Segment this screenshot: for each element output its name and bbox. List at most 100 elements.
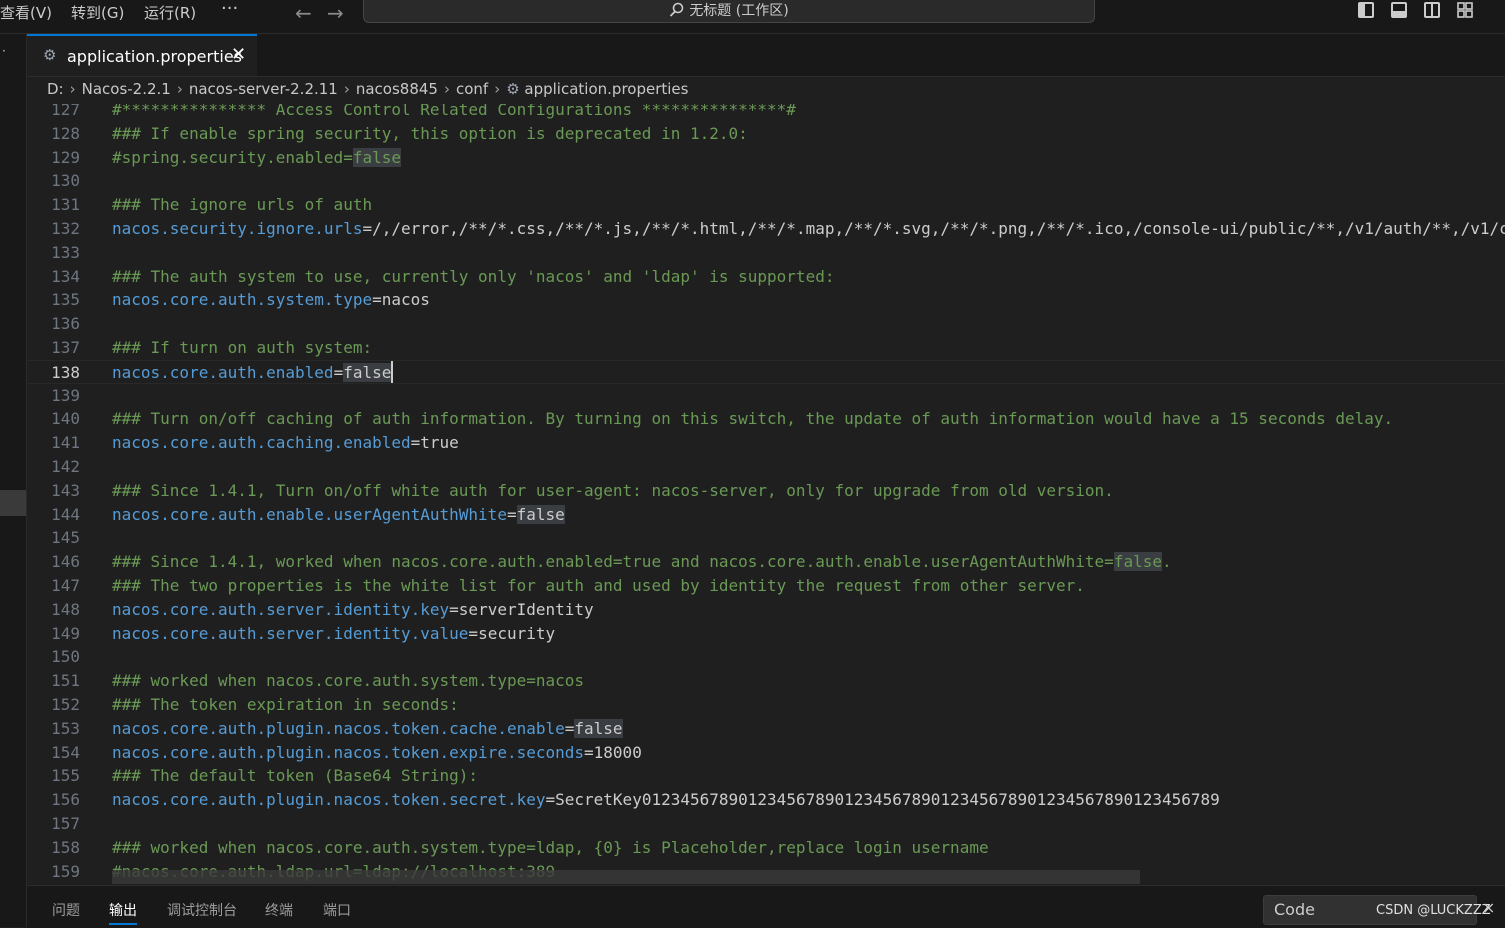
line-number: 143: [51, 480, 80, 500]
code-line[interactable]: 146 ### Since 1.4.1, worked when nacos.co…: [27, 550, 1505, 574]
code-line[interactable]: 137 ### If turn on auth system:: [27, 336, 1505, 360]
line-number: 157: [51, 814, 80, 833]
breadcrumb-file[interactable]: application.properties: [524, 80, 688, 98]
line-number: 129: [51, 147, 80, 167]
back-arrow-icon[interactable]: ←: [295, 1, 312, 25]
breadcrumb-nacos[interactable]: Nacos-2.2.1: [82, 80, 171, 98]
code-line[interactable]: 145: [27, 526, 1505, 550]
line-number: 128: [51, 123, 80, 143]
property-key: nacos.security.ignore.urls: [112, 219, 363, 238]
command-center-search[interactable]: 无标题 (工作区): [363, 0, 1095, 23]
property-value: /,/error,/**/*.css,/**/*.js,/**/*.html,/…: [372, 219, 1505, 238]
highlight-match: false: [574, 718, 623, 738]
line-code: nacos.core.auth.plugin.nacos.token.secre…: [112, 790, 1220, 810]
line-number: 141: [51, 433, 80, 453]
panel-tab-output[interactable]: 输出: [109, 900, 137, 925]
menu-more-button[interactable]: ···: [221, 0, 238, 19]
toggle-secondary-sidebar-icon[interactable]: [1424, 2, 1440, 18]
gear-file-icon: ⚙: [506, 80, 525, 98]
line-code: ### worked when nacos.core.auth.system.t…: [112, 671, 585, 691]
property-key: nacos.core.auth.plugin.nacos.token.secre…: [112, 790, 546, 810]
line-number: 133: [51, 242, 80, 262]
line-code: #spring.security.enabled=false: [112, 147, 401, 167]
search-icon: [670, 2, 684, 17]
panel-tab-problems[interactable]: 问题: [52, 900, 80, 920]
code-line[interactable]: 144 nacos.core.auth.enable.userAgentAuthW…: [27, 503, 1505, 527]
breadcrumb-drive[interactable]: D:: [47, 80, 64, 98]
code-line[interactable]: 128 ### If enable spring security, this o…: [27, 122, 1505, 146]
property-key: nacos.core.auth.plugin.nacos.token.expir…: [112, 742, 585, 762]
line-code: nacos.core.auth.plugin.nacos.token.expir…: [112, 742, 642, 762]
line-number: 130: [51, 171, 80, 191]
code-line[interactable]: 151 ### worked when nacos.core.auth.syste…: [27, 669, 1505, 693]
code-line[interactable]: 132 nacos.security.ignore.urls=/,/error,/…: [27, 217, 1505, 241]
code-line[interactable]: 148 nacos.core.auth.server.identity.key=s…: [27, 598, 1505, 622]
code-line[interactable]: 157: [27, 812, 1505, 836]
code-line[interactable]: 129 #spring.security.enabled=false: [27, 146, 1505, 170]
code-line[interactable]: 155 ### The default token (Base64 String)…: [27, 764, 1505, 788]
property-value: false: [574, 718, 623, 738]
menu-view[interactable]: 查看(V): [0, 2, 52, 23]
line-code: nacos.core.auth.system.type=nacos: [112, 290, 430, 310]
line-number: 152: [51, 695, 80, 714]
line-code: ### Since 1.4.1, worked when nacos.core.…: [112, 552, 1172, 572]
line-code: #*************** Access Control Related …: [112, 104, 796, 119]
chevron-right-icon: ›: [176, 80, 183, 98]
property-key: nacos.core.auth.server.identity.key: [112, 599, 450, 619]
line-code: nacos.core.auth.enabled=false: [112, 362, 392, 382]
tab-application-properties[interactable]: ⚙ application.properties ✕: [27, 34, 257, 76]
code-line[interactable]: 147 ### The two properties is the white l…: [27, 574, 1505, 598]
line-number: 153: [51, 718, 80, 738]
toggle-primary-sidebar-icon[interactable]: [1358, 2, 1374, 18]
code-line[interactable]: 158 ### worked when nacos.core.auth.syste…: [27, 836, 1505, 860]
bottom-panel: 问题 输出 调试控制台 终端 端口 Code CSDN @LUCKZZZ ⨯: [27, 885, 1505, 928]
forward-arrow-icon[interactable]: →: [327, 1, 344, 25]
code-line[interactable]: 131 ### The ignore urls of auth: [27, 193, 1505, 217]
code-line[interactable]: 127 #*************** Access Control Relat…: [27, 104, 1505, 122]
code-line[interactable]: 142: [27, 455, 1505, 479]
line-code: nacos.security.ignore.urls=/,/error,/**/…: [112, 217, 1505, 241]
breadcrumb-nacos8845[interactable]: nacos8845: [356, 80, 438, 98]
line-code: nacos.core.auth.server.identity.value=se…: [112, 623, 556, 643]
line-code: ### Turn on/off caching of auth informat…: [112, 409, 1394, 429]
activity-bar: ·: [0, 34, 27, 927]
code-line[interactable]: 156 nacos.core.auth.plugin.nacos.token.se…: [27, 788, 1505, 812]
code-line[interactable]: 153 nacos.core.auth.plugin.nacos.token.ca…: [27, 717, 1505, 741]
line-number: 154: [51, 742, 80, 762]
property-value: 18000: [593, 742, 642, 762]
property-value: nacos: [381, 290, 430, 310]
chevron-right-icon: ›: [343, 80, 350, 98]
code-line[interactable]: 133: [27, 241, 1505, 265]
code-line[interactable]: 130: [27, 169, 1505, 193]
toggle-panel-icon[interactable]: [1391, 2, 1407, 18]
line-code: ### Since 1.4.1, Turn on/off white auth …: [112, 480, 1114, 500]
close-panel-icon[interactable]: ⨯: [1482, 898, 1495, 917]
horizontal-scrollbar[interactable]: [112, 870, 1140, 884]
code-line[interactable]: 150: [27, 645, 1505, 669]
panel-tab-terminal[interactable]: 终端: [265, 900, 293, 920]
line-code: ### The ignore urls of auth: [112, 195, 373, 215]
code-line[interactable]: 139: [27, 384, 1505, 408]
text-cursor: [391, 360, 393, 383]
code-line[interactable]: 140 ### Turn on/off caching of auth infor…: [27, 407, 1505, 431]
breadcrumb-nacos-server[interactable]: nacos-server-2.2.11: [189, 80, 338, 98]
panel-tab-debug-console[interactable]: 调试控制台: [167, 900, 237, 920]
highlight-match: false: [343, 362, 392, 382]
code-line[interactable]: 149 nacos.core.auth.server.identity.value…: [27, 622, 1505, 646]
code-editor[interactable]: 127 #*************** Access Control Relat…: [27, 104, 1505, 884]
code-line[interactable]: 154 nacos.core.auth.plugin.nacos.token.ex…: [27, 741, 1505, 765]
code-line[interactable]: 152 ### The token expiration in seconds:: [27, 693, 1505, 717]
code-line[interactable]: 143 ### Since 1.4.1, Turn on/off white au…: [27, 479, 1505, 503]
line-number: 148: [51, 599, 80, 619]
code-line[interactable]: 135 nacos.core.auth.system.type=nacos: [27, 288, 1505, 312]
panel-tab-ports[interactable]: 端口: [323, 900, 351, 920]
customize-layout-icon[interactable]: [1457, 2, 1473, 18]
code-line[interactable]: 141 nacos.core.auth.caching.enabled=true: [27, 431, 1505, 455]
code-line[interactable]: 134 ### The auth system to use, currently…: [27, 265, 1505, 289]
close-tab-icon[interactable]: ✕: [231, 44, 246, 65]
breadcrumb-conf[interactable]: conf: [456, 80, 488, 98]
menu-goto[interactable]: 转到(G): [71, 2, 124, 23]
menu-run[interactable]: 运行(R): [144, 2, 196, 23]
code-line[interactable]: 138 nacos.core.auth.enabled=false: [27, 359, 1505, 384]
code-line[interactable]: 136: [27, 312, 1505, 336]
